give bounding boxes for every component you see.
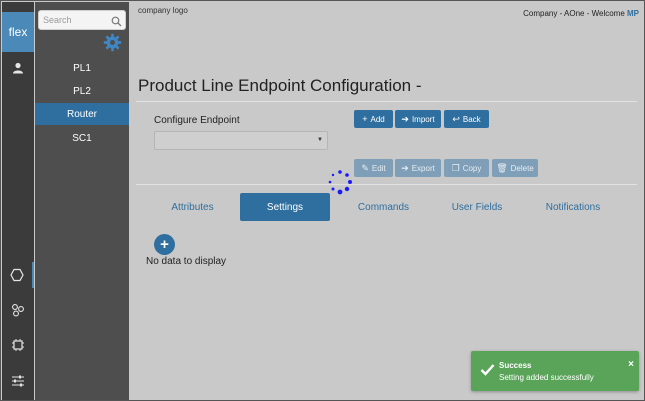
search-icon[interactable]: [111, 14, 122, 32]
export-button[interactable]: ➔ Export: [395, 159, 441, 177]
network-icon[interactable]: [2, 297, 34, 323]
search-box: [38, 10, 126, 30]
check-icon: [480, 363, 495, 381]
gear-icon[interactable]: [103, 33, 122, 57]
empty-state-message: No data to display: [146, 256, 227, 267]
copy-button[interactable]: ❐ Copy: [444, 159, 489, 177]
icon-rail: flex: [2, 2, 34, 400]
edit-button-label: Edit: [371, 163, 386, 173]
nav-item-label: SC1: [72, 132, 92, 144]
import-button-label: Import: [411, 114, 435, 124]
nav-sidebar: PL1 PL2 Router SC1: [35, 2, 129, 400]
nav-item-pl2[interactable]: PL2: [35, 80, 129, 102]
back-icon: ↩: [452, 113, 460, 124]
welcome-prefix: Company - AOne - Welcome: [523, 9, 627, 18]
add-button-label: Add: [370, 114, 385, 124]
edit-icon: ✎: [361, 162, 369, 173]
delete-button-label: Delete: [510, 163, 534, 173]
tab-attributes[interactable]: Attributes: [156, 193, 229, 221]
trash-icon: 🗑: [496, 162, 508, 173]
caret-down-icon: ▼: [317, 137, 323, 143]
back-button-label: Back: [462, 114, 481, 124]
search-input[interactable]: [43, 13, 111, 27]
app-frame: flex Search PL1 PL2 Router SC1 company l…: [0, 0, 645, 401]
tab-user-fields[interactable]: User Fields: [434, 193, 520, 221]
user-initials[interactable]: MP: [627, 9, 639, 18]
export-icon: ➔: [401, 162, 409, 173]
tab-settings[interactable]: Settings: [240, 193, 330, 221]
tab-label: User Fields: [451, 201, 503, 213]
import-icon: ➔: [401, 113, 409, 124]
welcome-text: Company - AOne - Welcome MP: [523, 9, 639, 18]
brand-label: flex: [8, 25, 28, 39]
edit-button[interactable]: ✎ Edit: [354, 159, 393, 177]
close-icon[interactable]: ×: [628, 359, 634, 370]
chip-icon[interactable]: [2, 332, 34, 358]
nav-item-label: Router: [66, 108, 97, 120]
company-logo: company logo: [138, 6, 188, 15]
tab-commands[interactable]: Commands: [342, 193, 425, 221]
success-toast: Success Setting added successfully ×: [471, 351, 639, 391]
tabs-divider: [136, 184, 637, 185]
title-divider: [136, 101, 637, 102]
main-content: company logo Company - AOne - Welcome MP…: [129, 2, 639, 400]
loading-spinner-icon: [327, 169, 353, 195]
back-button[interactable]: ↩ Back: [444, 110, 489, 128]
plus-icon: +: [160, 236, 169, 253]
toast-message: Setting added successfully: [499, 373, 594, 382]
nav-item-pl1[interactable]: PL1: [35, 57, 129, 79]
toast-title: Success: [499, 361, 532, 370]
delete-button[interactable]: 🗑 Delete: [492, 159, 538, 177]
nav-item-router[interactable]: Router: [35, 103, 129, 125]
copy-icon: ❐: [451, 162, 460, 173]
endpoint-select[interactable]: ▼: [154, 131, 328, 150]
tab-label: Notifications: [545, 201, 601, 213]
tab-label: Settings: [266, 201, 304, 213]
hexagon-icon[interactable]: [2, 262, 34, 288]
copy-button-label: Copy: [462, 163, 482, 173]
plus-icon: +: [362, 113, 368, 124]
tab-label: Commands: [357, 201, 410, 213]
user-icon[interactable]: [2, 55, 34, 81]
tab-notifications[interactable]: Notifications: [529, 193, 617, 221]
brand-logo[interactable]: flex: [2, 12, 34, 52]
configure-endpoint-label: Configure Endpoint: [154, 115, 240, 126]
add-button[interactable]: + Add: [354, 110, 393, 128]
sliders-icon[interactable]: [2, 368, 34, 394]
tab-label: Attributes: [171, 201, 214, 213]
nav-item-label: PL1: [73, 62, 91, 74]
page-title: Product Line Endpoint Configuration -: [138, 76, 422, 95]
import-button[interactable]: ➔ Import: [395, 110, 441, 128]
export-button-label: Export: [411, 163, 435, 173]
nav-item-sc1[interactable]: SC1: [35, 127, 129, 149]
nav-item-label: PL2: [73, 85, 91, 97]
add-setting-button[interactable]: +: [154, 234, 175, 255]
